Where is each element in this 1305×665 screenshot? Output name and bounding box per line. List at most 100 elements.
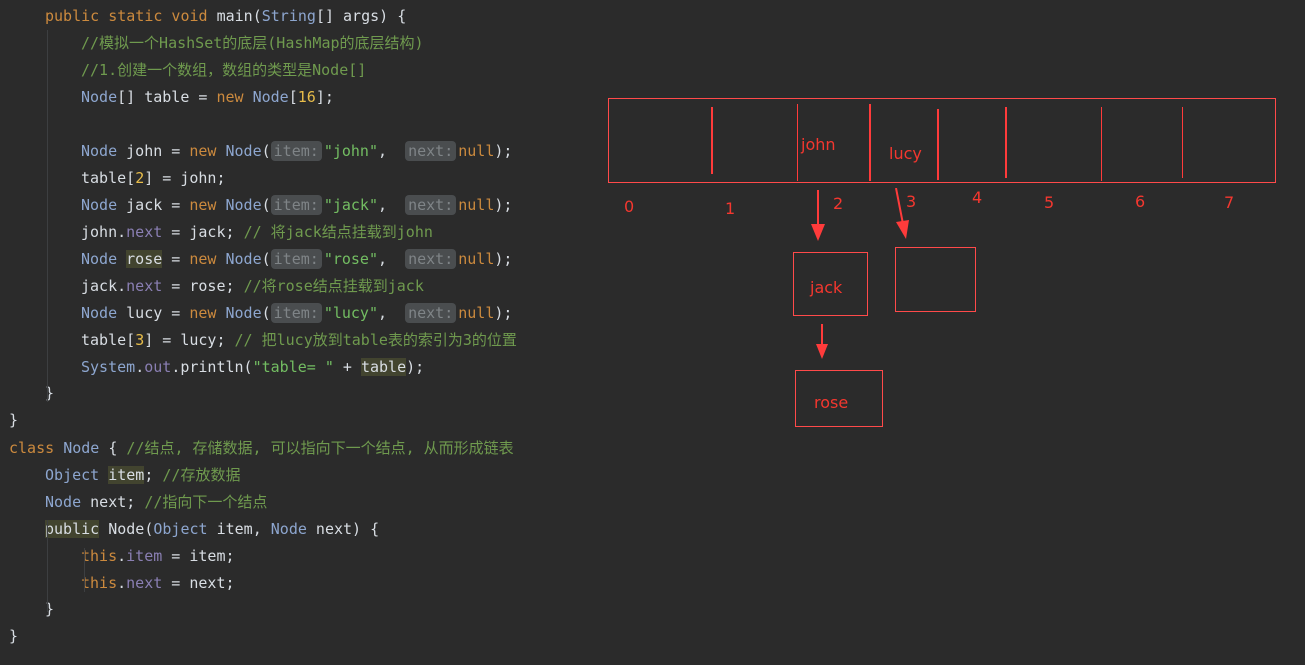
code-token: (	[252, 7, 262, 25]
indent-guide	[84, 548, 85, 592]
code-token: "jack"	[323, 196, 378, 214]
code-token: 2	[135, 169, 145, 187]
parameter-hint: item:	[270, 303, 322, 323]
code-token: .println(	[171, 358, 253, 376]
code-token: Node	[81, 196, 118, 214]
indent-guide	[47, 30, 48, 402]
table-array-box	[608, 98, 1276, 183]
code-line[interactable]: Node lucy = new Node(item: "lucy", next: n…	[81, 301, 512, 325]
highlighted-token: item	[108, 466, 145, 484]
code-line[interactable]: this.item = item;	[81, 544, 235, 568]
code-token: Node	[225, 142, 262, 160]
code-line[interactable]: john.next = jack; // 将jack结点挂载到john	[81, 220, 433, 244]
code-line[interactable]: System.out.println("table= " + table);	[81, 355, 424, 379]
node-label-john: john	[801, 135, 836, 154]
code-line[interactable]: Object item; //存放数据	[45, 463, 240, 487]
code-token: ];	[315, 88, 334, 106]
code-token: next	[126, 574, 163, 592]
code-line[interactable]: Node jack = new Node(item: "jack", next: n…	[81, 193, 512, 217]
code-line[interactable]: //模拟一个HashSet的底层(HashMap的底层结构)	[81, 31, 424, 55]
highlighted-token: table	[360, 358, 407, 376]
code-token: }	[9, 411, 19, 429]
slot-divider	[797, 104, 798, 181]
code-token: 16	[297, 88, 316, 106]
code-token: Node	[81, 304, 118, 322]
code-token: next) {	[306, 520, 380, 538]
code-token: //将rose结点挂载到jack	[243, 277, 424, 295]
code-token: item	[126, 547, 163, 565]
code-token: ,	[378, 196, 406, 214]
code-line[interactable]: Node next; //指向下一个结点	[45, 490, 267, 514]
code-token: = jack;	[162, 223, 244, 241]
code-token: = item;	[162, 547, 235, 565]
code-token: String	[261, 7, 316, 25]
code-editor[interactable]: public static void main(String[] args) {…	[0, 0, 600, 665]
code-token: (	[261, 142, 271, 160]
code-token: //指向下一个结点	[144, 493, 268, 511]
code-token: new	[216, 88, 253, 106]
code-token: Node	[81, 250, 118, 268]
code-line[interactable]: Node[] table = new Node[16];	[81, 85, 334, 109]
code-token: "lucy"	[323, 304, 378, 322]
code-token: "john"	[323, 142, 378, 160]
code-token: // 把lucy放到table表的索引为3的位置	[234, 331, 517, 349]
code-token: (	[261, 250, 271, 268]
code-token: out	[144, 358, 172, 376]
code-token: class	[9, 439, 64, 457]
code-line[interactable]: this.next = next;	[81, 571, 235, 595]
code-token: = next;	[162, 574, 235, 592]
slot-index-6: 6	[1135, 192, 1146, 211]
slot-divider	[711, 107, 713, 174]
code-token: (	[261, 196, 271, 214]
code-token: table[	[81, 169, 136, 187]
code-line[interactable]: //1.创建一个数组，数组的类型是Node[]	[81, 58, 366, 82]
code-line[interactable]: Node john = new Node(item: "john", next: n…	[81, 139, 512, 163]
code-token: Object	[45, 466, 100, 484]
code-token: item,	[207, 520, 271, 538]
code-token: System	[81, 358, 136, 376]
code-token: null	[458, 304, 495, 322]
slot-index-7: 7	[1224, 193, 1235, 212]
code-token: );	[494, 250, 513, 268]
code-token: );	[494, 196, 513, 214]
code-line[interactable]: }	[9, 624, 18, 648]
code-token: = rose;	[162, 277, 244, 295]
code-token: ,	[378, 142, 406, 160]
code-token: Node	[45, 493, 82, 511]
code-line[interactable]: public static void main(String[] args) {	[45, 4, 406, 28]
code-token: }	[9, 627, 19, 645]
code-token: new	[189, 250, 226, 268]
code-token: john =	[117, 142, 190, 160]
slot-divider	[1101, 107, 1102, 181]
code-line[interactable]: table[3] = lucy; // 把lucy放到table表的索引为3的位…	[81, 328, 517, 352]
arrow-icon	[895, 188, 909, 239]
code-token: next	[126, 223, 163, 241]
parameter-hint: item:	[270, 195, 322, 215]
code-line[interactable]: Node rose = new Node(item: "rose", next: n…	[81, 247, 512, 271]
code-line[interactable]: class Node { //结点, 存储数据, 可以指向下一个结点, 从而形成…	[9, 436, 514, 460]
code-token: table[	[81, 331, 136, 349]
code-line[interactable]: public Node(Object item, Node next) {	[45, 517, 379, 541]
node-box-empty	[895, 247, 976, 312]
code-token: this	[81, 547, 118, 565]
code-line[interactable]: }	[9, 408, 18, 432]
code-token: "table= "	[252, 358, 334, 376]
code-token: +	[333, 358, 361, 376]
node-label-lucy: lucy	[889, 144, 922, 163]
code-token: new	[189, 196, 226, 214]
code-line[interactable]: jack.next = rose; //将rose结点挂载到jack	[81, 274, 424, 298]
code-token: jack.	[81, 277, 127, 295]
code-token: Node	[225, 196, 262, 214]
code-line[interactable]: table[2] = john;	[81, 166, 226, 190]
parameter-hint: next:	[405, 303, 457, 323]
code-token: Node	[225, 304, 262, 322]
code-token: null	[458, 196, 495, 214]
parameter-hint: next:	[405, 141, 457, 161]
code-token: ] = john;	[144, 169, 226, 187]
code-token: );	[494, 142, 513, 160]
code-token: //模拟一个HashSet的底层(HashMap的底层结构)	[81, 34, 424, 52]
code-token: "rose"	[323, 250, 378, 268]
code-token: ,	[378, 250, 406, 268]
